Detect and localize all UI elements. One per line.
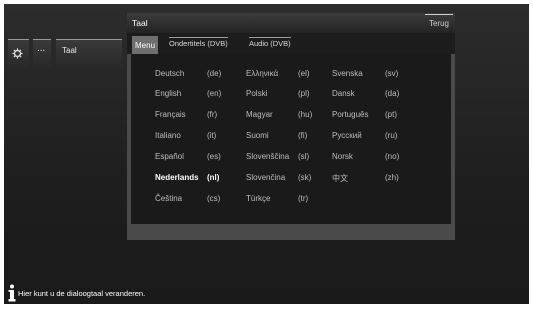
lang-code: (it): [207, 131, 217, 140]
lang-option-ru[interactable]: Русский (ru): [332, 131, 397, 140]
lang-option-fr[interactable]: Français (fr): [155, 110, 217, 119]
lang-code: (fi): [298, 131, 308, 140]
lang-name: Suomi: [246, 131, 269, 140]
tab-subtitles-underline: [169, 37, 228, 38]
lang-name: Deutsch: [155, 69, 185, 78]
breadcrumb-taal-label: Taal: [62, 46, 77, 55]
lang-code: (nl): [207, 173, 220, 182]
language-panel: Taal Terug Menu Ondertitels (DVB) Audio …: [127, 13, 455, 240]
tab-subtitles-label: Ondertitels (DVB): [169, 39, 228, 48]
lang-option-en[interactable]: English (en): [155, 89, 221, 98]
lang-option-fi[interactable]: Suomi (fi): [246, 131, 307, 140]
lang-option-de[interactable]: Deutsch (de): [155, 69, 221, 78]
info-text: Hier kunt u de dialoogtaal veranderen.: [18, 289, 146, 298]
lang-code: (fr): [207, 110, 218, 119]
lang-code: (no): [385, 152, 400, 161]
lang-option-pl[interactable]: Polski (pl): [246, 89, 310, 98]
breadcrumb-taal[interactable]: Taal: [56, 39, 122, 71]
lang-code: (en): [207, 89, 222, 98]
lang-code: (sk): [298, 173, 312, 182]
lang-code: (el): [298, 69, 310, 78]
tab-menu[interactable]: Menu: [132, 36, 159, 54]
lang-name: Português: [332, 110, 369, 119]
back-button[interactable]: Terug: [425, 14, 453, 31]
lang-code: (cs): [207, 194, 221, 203]
lang-name: English: [155, 89, 182, 98]
lang-code: (sl): [298, 152, 310, 161]
lang-name: Čeština: [155, 194, 183, 203]
lang-option-cs[interactable]: Čeština (cs): [155, 194, 220, 203]
lang-name: Türkçe: [246, 194, 271, 203]
lang-code: (de): [207, 69, 222, 78]
lang-code: (tr): [298, 194, 309, 203]
gear-icon: [12, 48, 23, 59]
lang-code: (es): [207, 152, 221, 161]
tab-menu-label: Menu: [135, 40, 156, 50]
lang-option-nl[interactable]: Nederlands (nl): [155, 173, 219, 182]
lang-name: Slovenščina: [246, 152, 290, 161]
lang-name: 中文: [332, 174, 348, 183]
lang-name: Polski: [246, 89, 268, 98]
lang-name: Ελληνικά: [246, 69, 279, 78]
lang-option-tr[interactable]: Türkçe (tr): [246, 194, 308, 203]
tab-audio[interactable]: Audio (DVB): [249, 37, 291, 48]
lang-name: Magyar: [246, 110, 273, 119]
lang-code: (zh): [385, 173, 399, 182]
lang-option-zh[interactable]: 中文 (zh): [332, 173, 399, 184]
lang-option-sl[interactable]: Slovenščina (sl): [246, 152, 309, 161]
lang-option-el[interactable]: Ελληνικά (el): [246, 69, 310, 78]
language-list: Deutsch (de) English (en) Français (fr) …: [131, 54, 451, 224]
info-icon: [8, 284, 16, 302]
lang-name: Español: [155, 152, 184, 161]
breadcrumb-settings[interactable]: [8, 39, 29, 71]
tab-bar: Menu Ondertitels (DVB) Audio (DVB): [127, 33, 455, 54]
lang-option-no[interactable]: Norsk (no): [332, 152, 399, 161]
lang-name: Slovenčina: [246, 173, 286, 182]
lang-name: Dansk: [332, 89, 355, 98]
breadcrumb-ellipsis[interactable]: ...: [33, 39, 51, 71]
lang-name: Русский: [332, 131, 362, 140]
tab-subtitles[interactable]: Ondertitels (DVB): [169, 37, 228, 48]
panel-title: Taal: [132, 18, 148, 28]
lang-option-sk[interactable]: Slovenčina (sk): [246, 173, 311, 182]
tab-audio-label: Audio (DVB): [249, 39, 291, 48]
lang-name: Nederlands: [155, 173, 199, 182]
lang-code: (ru): [385, 131, 398, 140]
lang-name: Norsk: [332, 152, 353, 161]
lang-option-it[interactable]: Italiano (it): [155, 131, 216, 140]
lang-code: (pt): [385, 110, 397, 119]
lang-option-es[interactable]: Español (es): [155, 152, 221, 161]
lang-code: (da): [385, 89, 400, 98]
lang-name: Svenska: [332, 69, 363, 78]
lang-option-pt[interactable]: Português (pt): [332, 110, 397, 119]
breadcrumb-ellipsis-label: ...: [37, 43, 46, 54]
lang-name: Italiano: [155, 131, 181, 140]
lang-option-hu[interactable]: Magyar (hu): [246, 110, 312, 119]
tv-screen: ... Taal Taal Terug Menu Ondertitels (DV…: [4, 4, 529, 304]
tab-audio-underline: [249, 37, 291, 38]
info-bar: Hier kunt u de dialoogtaal veranderen.: [4, 282, 529, 304]
lang-name: Français: [155, 110, 186, 119]
lang-code: (hu): [298, 110, 313, 119]
panel-header: Taal Terug: [127, 13, 455, 33]
lang-code: (pl): [298, 89, 310, 98]
lang-option-da[interactable]: Dansk (da): [332, 89, 399, 98]
lang-option-sv[interactable]: Svenska (sv): [332, 69, 398, 78]
lang-code: (sv): [385, 69, 399, 78]
